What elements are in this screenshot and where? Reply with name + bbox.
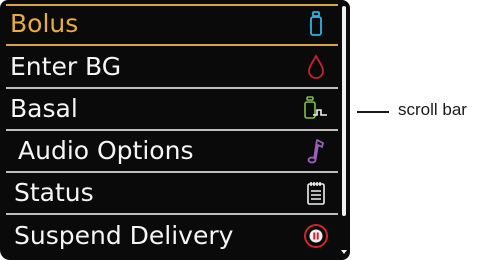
blood-drop-icon (302, 53, 330, 81)
menu-item-suspend-delivery[interactable]: Suspend Delivery (6, 218, 338, 254)
scroll-down-arrow-icon (341, 250, 347, 254)
basal-profile-icon (302, 95, 330, 123)
menu-item-label: Basal (10, 94, 78, 123)
menu-divider (6, 171, 338, 173)
music-note-icon (302, 137, 330, 165)
callout-line (357, 111, 389, 113)
scroll-bar[interactable] (341, 6, 347, 256)
menu-item-label: Suspend Delivery (14, 221, 234, 250)
scroll-bar-thumb[interactable] (342, 6, 346, 216)
menu-divider (6, 129, 338, 131)
menu-item-label: Bolus (10, 9, 79, 38)
menu-item-label: Status (14, 178, 94, 207)
menu-item-status[interactable]: Status (6, 175, 338, 211)
pump-screen: Bolus Enter BG Basal Audio Options Statu… (0, 0, 350, 260)
menu-divider (6, 213, 338, 215)
menu-item-label: Audio Options (18, 136, 194, 165)
pause-circle-icon (302, 222, 330, 250)
menu-item-bolus[interactable]: Bolus (6, 6, 338, 42)
notepad-icon (302, 179, 330, 207)
menu-item-enter-bg[interactable]: Enter BG (6, 49, 338, 85)
menu-item-audio-options[interactable]: Audio Options (6, 133, 338, 169)
menu-divider (6, 87, 338, 89)
selection-border-bottom (6, 44, 338, 46)
scroll-bar-callout-label: scroll bar (398, 100, 467, 119)
menu-item-basal[interactable]: Basal (6, 91, 338, 127)
menu-item-label: Enter BG (10, 52, 122, 81)
insulin-vial-icon (302, 10, 330, 38)
